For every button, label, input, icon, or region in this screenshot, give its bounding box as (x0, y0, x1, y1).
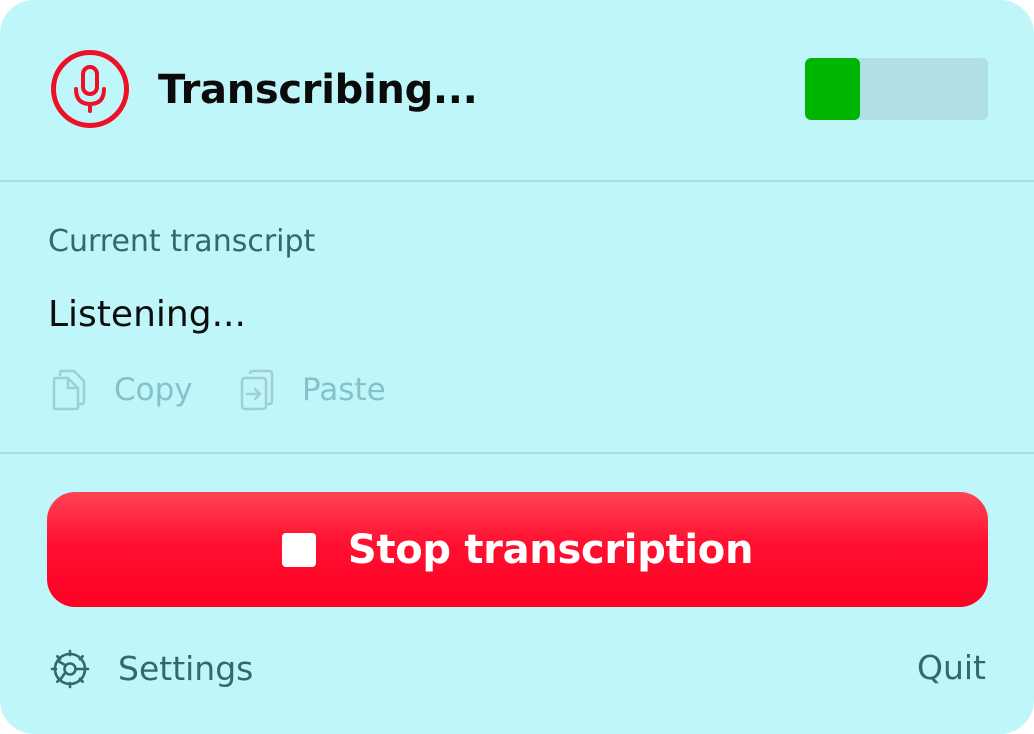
paste-label: Paste (302, 372, 386, 408)
audio-level-fill (805, 58, 860, 120)
settings-button[interactable]: Settings (50, 644, 253, 694)
stop-icon (281, 532, 316, 567)
stop-transcription-button[interactable]: Stop transcription (47, 492, 988, 607)
quit-button[interactable]: Quit (917, 646, 986, 690)
paste-icon (240, 369, 274, 411)
header: Transcribing... (0, 0, 1034, 181)
copy-icon (52, 369, 86, 411)
gear-icon (50, 649, 90, 689)
settings-label: Settings (118, 649, 254, 688)
divider (0, 180, 1034, 182)
copy-label: Copy (114, 372, 193, 408)
copy-button[interactable]: Copy (50, 366, 193, 414)
divider (0, 452, 1034, 454)
status-title: Transcribing... (158, 67, 478, 113)
stop-transcription-label: Stop transcription (347, 526, 754, 573)
microphone-icon (51, 50, 129, 128)
section-label: Current transcript (48, 224, 316, 259)
paste-button[interactable]: Paste (238, 366, 386, 414)
transcript-text: Listening... (48, 294, 246, 335)
audio-level-meter (805, 58, 988, 120)
transcription-panel: Transcribing... Current transcript Liste… (0, 0, 1034, 734)
